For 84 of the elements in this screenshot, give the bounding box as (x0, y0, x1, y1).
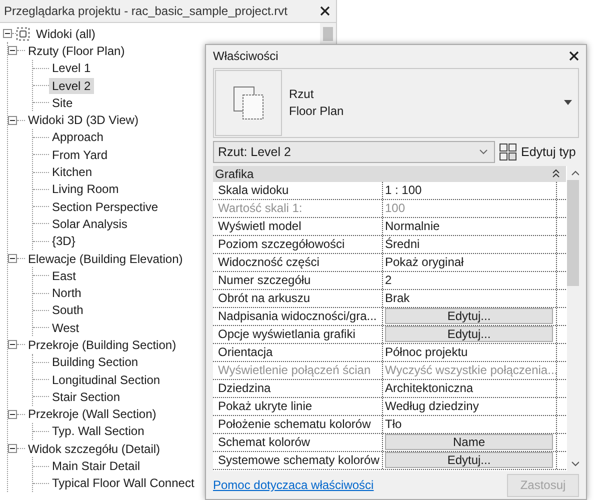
tree-item[interactable]: Widoki 3D (3D View) (25, 112, 142, 128)
edit-button[interactable]: Name (385, 434, 553, 450)
close-icon[interactable] (569, 51, 579, 62)
collapse-icon[interactable] (3, 29, 12, 38)
scroll-up-icon[interactable] (570, 170, 579, 176)
tree-item[interactable]: Stair Section (49, 388, 124, 405)
dropdown-icon[interactable] (564, 100, 572, 106)
tree-item[interactable]: Solar Analysis (49, 216, 130, 232)
instance-dropdown[interactable]: Rzut: Level 2 (213, 140, 495, 163)
collapse-icon[interactable] (8, 410, 17, 419)
tree-item[interactable]: Section Perspective (49, 198, 162, 215)
views-icon (16, 26, 30, 41)
property-name: Poziom szczegółowości (213, 236, 383, 253)
tree-item[interactable]: Level 1 (49, 60, 94, 76)
tree-item[interactable]: Kitchen (49, 164, 96, 180)
collapse-icon[interactable] (552, 169, 560, 178)
tree-item[interactable]: Building Section (49, 354, 142, 370)
tree-item[interactable]: {3D} (49, 233, 78, 250)
tree-item[interactable]: West (49, 320, 82, 336)
collapse-icon[interactable] (8, 116, 17, 125)
property-name: Numer szczegółu (213, 272, 383, 289)
floor-plan-icon (232, 86, 264, 120)
edit-type-button[interactable]: Edytuj typ (499, 142, 576, 161)
property-value[interactable]: Pokaż oryginał (383, 254, 557, 271)
property-value[interactable]: Tło (383, 416, 557, 433)
collapse-icon[interactable] (8, 340, 17, 350)
edit-button[interactable]: Edytuj... (385, 452, 553, 468)
property-name: Orientacja (213, 344, 383, 361)
edit-type-icon (499, 142, 517, 161)
property-name: Opcje wyświetlania grafiki (213, 326, 383, 343)
property-value[interactable]: 2 (383, 272, 557, 289)
property-value[interactable]: 1 : 100 (383, 182, 557, 199)
chevron-down-icon (479, 148, 488, 155)
property-name: Systemowe schematy kolorów (213, 452, 383, 469)
tree-item[interactable]: Approach (49, 129, 106, 146)
property-value[interactable]: Normalnie (383, 218, 557, 235)
tree-item[interactable]: Elewacje (Building Elevation) (25, 250, 186, 266)
tree-item[interactable]: Site (49, 94, 76, 111)
tree-item[interactable]: Rzuty (Floor Plan) (25, 42, 128, 59)
property-name: Obrót na arkuszu (213, 290, 383, 307)
tree-item[interactable]: North (49, 285, 84, 302)
tree-item[interactable]: Main Stair Detail (49, 458, 144, 474)
tree-item[interactable]: Longitudinal Section (49, 372, 164, 388)
property-name: Położenie schematu kolorów (213, 416, 383, 433)
property-name: Wyświetlenie połączeń ścian (213, 362, 383, 379)
group-title: Grafika (215, 166, 254, 181)
help-link[interactable]: Pomoc dotyczaca właściwości (213, 478, 374, 492)
property-name: Dziedzina (213, 380, 383, 397)
tree-item[interactable]: Typ. Wall Section (49, 423, 148, 440)
property-value[interactable]: Północ projektu (383, 344, 557, 361)
type-name: Rzut (289, 87, 315, 102)
collapse-icon[interactable] (8, 444, 17, 454)
group-header[interactable]: Grafika (213, 166, 566, 182)
property-name: Widoczność części (213, 254, 383, 271)
property-value[interactable]: Według dziedziny (383, 398, 557, 415)
property-name: Schemat kolorów (213, 434, 383, 451)
property-name: Skala widoku (213, 182, 383, 199)
scroll-down-icon[interactable] (570, 461, 579, 468)
property-name: Nadpisania widoczności/gra... (213, 308, 383, 325)
property-value[interactable]: Średni (383, 236, 557, 253)
property-name: Wyświetl model (213, 218, 383, 235)
tree-item[interactable]: Typical Floor Wall Connect (49, 475, 198, 492)
tree-item[interactable]: Przekroje (Wall Section) (25, 406, 160, 422)
property-value[interactable]: Brak (383, 290, 557, 307)
property-name: Wartość skali 1: (213, 200, 383, 217)
edit-button[interactable]: Edytuj... (385, 308, 553, 324)
property-name: Pokaż ukryte linie (213, 398, 383, 415)
tree-item[interactable]: Przekroje (Building Section) (25, 336, 180, 353)
panel-title: Przeglądarka projektu - rac_basic_sample_project.rvt (4, 4, 288, 18)
tree-item[interactable]: From Yard (49, 146, 111, 163)
tree-item[interactable]: Widok szczegółu (Detail) (25, 440, 164, 457)
collapse-icon[interactable] (8, 46, 17, 56)
type-family: Floor Plan (289, 104, 345, 118)
tree-item[interactable]: Living Room (49, 181, 122, 198)
tree-item[interactable]: South (49, 302, 86, 318)
tree-item[interactable]: Level 2 (49, 78, 94, 94)
tree-item[interactable]: East (49, 268, 80, 284)
close-icon[interactable] (320, 6, 330, 16)
collapse-icon[interactable] (8, 254, 17, 263)
property-value[interactable]: Architektoniczna (383, 380, 557, 397)
palette-title: Właściwości (213, 49, 278, 64)
tree-item[interactable]: Widoki (all) (33, 26, 98, 42)
type-selector[interactable]: Rzut Floor Plan (213, 68, 579, 138)
edit-button[interactable]: Edytuj... (385, 326, 553, 342)
